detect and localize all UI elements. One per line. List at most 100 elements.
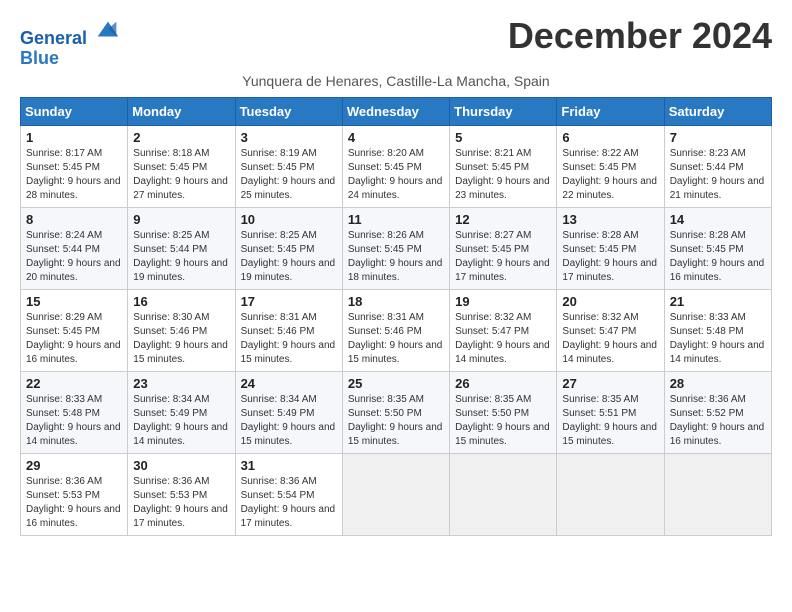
sunrise-label: Sunrise: 8:17 AM — [26, 148, 102, 159]
calendar-cell: 29 Sunrise: 8:36 AM Sunset: 5:53 PM Dayl… — [21, 453, 128, 535]
month-title: December 2024 — [508, 16, 772, 56]
calendar-cell: 23 Sunrise: 8:34 AM Sunset: 5:49 PM Dayl… — [128, 371, 235, 453]
daylight-label: Daylight: 9 hours and 14 minutes. — [133, 422, 228, 447]
calendar-cell: 15 Sunrise: 8:29 AM Sunset: 5:45 PM Dayl… — [21, 289, 128, 371]
calendar-cell: 7 Sunrise: 8:23 AM Sunset: 5:44 PM Dayli… — [664, 125, 771, 207]
day-number: 16 — [133, 294, 229, 309]
sunset-label: Sunset: 5:53 PM — [133, 490, 207, 501]
sunset-label: Sunset: 5:49 PM — [133, 408, 207, 419]
calendar-cell: 12 Sunrise: 8:27 AM Sunset: 5:45 PM Dayl… — [450, 207, 557, 289]
sunrise-label: Sunrise: 8:24 AM — [26, 230, 102, 241]
day-number: 18 — [348, 294, 444, 309]
sunrise-label: Sunrise: 8:33 AM — [670, 312, 746, 323]
sunset-label: Sunset: 5:45 PM — [241, 162, 315, 173]
calendar-cell: 13 Sunrise: 8:28 AM Sunset: 5:45 PM Dayl… — [557, 207, 664, 289]
day-info: Sunrise: 8:25 AM Sunset: 5:44 PM Dayligh… — [133, 229, 229, 285]
day-number: 2 — [133, 130, 229, 145]
sunset-label: Sunset: 5:45 PM — [455, 244, 529, 255]
calendar-week-5: 29 Sunrise: 8:36 AM Sunset: 5:53 PM Dayl… — [21, 453, 772, 535]
title-section: December 2024 — [508, 16, 772, 56]
sunset-label: Sunset: 5:49 PM — [241, 408, 315, 419]
header-wednesday: Wednesday — [342, 97, 449, 125]
daylight-label: Daylight: 9 hours and 19 minutes. — [133, 258, 228, 283]
calendar-cell: 28 Sunrise: 8:36 AM Sunset: 5:52 PM Dayl… — [664, 371, 771, 453]
logo-blue: Blue — [20, 49, 122, 69]
calendar-cell: 6 Sunrise: 8:22 AM Sunset: 5:45 PM Dayli… — [557, 125, 664, 207]
logo-general: General — [20, 28, 87, 48]
header-saturday: Saturday — [664, 97, 771, 125]
sunset-label: Sunset: 5:50 PM — [455, 408, 529, 419]
day-info: Sunrise: 8:29 AM Sunset: 5:45 PM Dayligh… — [26, 311, 122, 367]
day-info: Sunrise: 8:32 AM Sunset: 5:47 PM Dayligh… — [455, 311, 551, 367]
sunrise-label: Sunrise: 8:36 AM — [670, 394, 746, 405]
subtitle: Yunquera de Henares, Castille-La Mancha,… — [20, 73, 772, 89]
day-number: 10 — [241, 212, 337, 227]
day-number: 30 — [133, 458, 229, 473]
daylight-label: Daylight: 9 hours and 22 minutes. — [562, 176, 657, 201]
sunrise-label: Sunrise: 8:21 AM — [455, 148, 531, 159]
sunrise-label: Sunrise: 8:19 AM — [241, 148, 317, 159]
calendar-cell — [450, 453, 557, 535]
daylight-label: Daylight: 9 hours and 15 minutes. — [348, 422, 443, 447]
sunrise-label: Sunrise: 8:32 AM — [455, 312, 531, 323]
calendar-cell: 4 Sunrise: 8:20 AM Sunset: 5:45 PM Dayli… — [342, 125, 449, 207]
sunrise-label: Sunrise: 8:25 AM — [133, 230, 209, 241]
sunset-label: Sunset: 5:45 PM — [348, 244, 422, 255]
sunrise-label: Sunrise: 8:36 AM — [133, 476, 209, 487]
calendar-cell: 20 Sunrise: 8:32 AM Sunset: 5:47 PM Dayl… — [557, 289, 664, 371]
sunrise-label: Sunrise: 8:30 AM — [133, 312, 209, 323]
day-number: 21 — [670, 294, 766, 309]
day-info: Sunrise: 8:19 AM Sunset: 5:45 PM Dayligh… — [241, 147, 337, 203]
daylight-label: Daylight: 9 hours and 24 minutes. — [348, 176, 443, 201]
calendar-cell: 10 Sunrise: 8:25 AM Sunset: 5:45 PM Dayl… — [235, 207, 342, 289]
day-number: 11 — [348, 212, 444, 227]
day-info: Sunrise: 8:24 AM Sunset: 5:44 PM Dayligh… — [26, 229, 122, 285]
sunset-label: Sunset: 5:53 PM — [26, 490, 100, 501]
day-info: Sunrise: 8:26 AM Sunset: 5:45 PM Dayligh… — [348, 229, 444, 285]
daylight-label: Daylight: 9 hours and 25 minutes. — [241, 176, 336, 201]
sunrise-label: Sunrise: 8:32 AM — [562, 312, 638, 323]
day-number: 14 — [670, 212, 766, 227]
sunset-label: Sunset: 5:46 PM — [241, 326, 315, 337]
daylight-label: Daylight: 9 hours and 15 minutes. — [241, 340, 336, 365]
day-info: Sunrise: 8:35 AM Sunset: 5:50 PM Dayligh… — [348, 393, 444, 449]
day-number: 26 — [455, 376, 551, 391]
day-number: 19 — [455, 294, 551, 309]
calendar-cell: 2 Sunrise: 8:18 AM Sunset: 5:45 PM Dayli… — [128, 125, 235, 207]
sunrise-label: Sunrise: 8:34 AM — [241, 394, 317, 405]
header-friday: Friday — [557, 97, 664, 125]
calendar-cell: 26 Sunrise: 8:35 AM Sunset: 5:50 PM Dayl… — [450, 371, 557, 453]
day-info: Sunrise: 8:23 AM Sunset: 5:44 PM Dayligh… — [670, 147, 766, 203]
daylight-label: Daylight: 9 hours and 14 minutes. — [26, 422, 121, 447]
calendar-cell: 8 Sunrise: 8:24 AM Sunset: 5:44 PM Dayli… — [21, 207, 128, 289]
sunrise-label: Sunrise: 8:29 AM — [26, 312, 102, 323]
day-info: Sunrise: 8:18 AM Sunset: 5:45 PM Dayligh… — [133, 147, 229, 203]
calendar-cell: 5 Sunrise: 8:21 AM Sunset: 5:45 PM Dayli… — [450, 125, 557, 207]
day-number: 12 — [455, 212, 551, 227]
day-number: 17 — [241, 294, 337, 309]
sunrise-label: Sunrise: 8:23 AM — [670, 148, 746, 159]
sunrise-label: Sunrise: 8:28 AM — [562, 230, 638, 241]
calendar-week-3: 15 Sunrise: 8:29 AM Sunset: 5:45 PM Dayl… — [21, 289, 772, 371]
day-number: 8 — [26, 212, 122, 227]
daylight-label: Daylight: 9 hours and 28 minutes. — [26, 176, 121, 201]
daylight-label: Daylight: 9 hours and 17 minutes. — [133, 504, 228, 529]
day-info: Sunrise: 8:25 AM Sunset: 5:45 PM Dayligh… — [241, 229, 337, 285]
header-monday: Monday — [128, 97, 235, 125]
calendar-cell: 18 Sunrise: 8:31 AM Sunset: 5:46 PM Dayl… — [342, 289, 449, 371]
calendar-week-4: 22 Sunrise: 8:33 AM Sunset: 5:48 PM Dayl… — [21, 371, 772, 453]
sunset-label: Sunset: 5:47 PM — [562, 326, 636, 337]
day-info: Sunrise: 8:31 AM Sunset: 5:46 PM Dayligh… — [348, 311, 444, 367]
sunset-label: Sunset: 5:46 PM — [348, 326, 422, 337]
sunset-label: Sunset: 5:45 PM — [241, 244, 315, 255]
calendar-cell — [342, 453, 449, 535]
calendar-week-1: 1 Sunrise: 8:17 AM Sunset: 5:45 PM Dayli… — [21, 125, 772, 207]
sunrise-label: Sunrise: 8:28 AM — [670, 230, 746, 241]
daylight-label: Daylight: 9 hours and 17 minutes. — [562, 258, 657, 283]
sunset-label: Sunset: 5:45 PM — [26, 326, 100, 337]
daylight-label: Daylight: 9 hours and 20 minutes. — [26, 258, 121, 283]
calendar-cell: 16 Sunrise: 8:30 AM Sunset: 5:46 PM Dayl… — [128, 289, 235, 371]
page-header: General Blue December 2024 — [20, 16, 772, 69]
day-info: Sunrise: 8:21 AM Sunset: 5:45 PM Dayligh… — [455, 147, 551, 203]
day-number: 7 — [670, 130, 766, 145]
